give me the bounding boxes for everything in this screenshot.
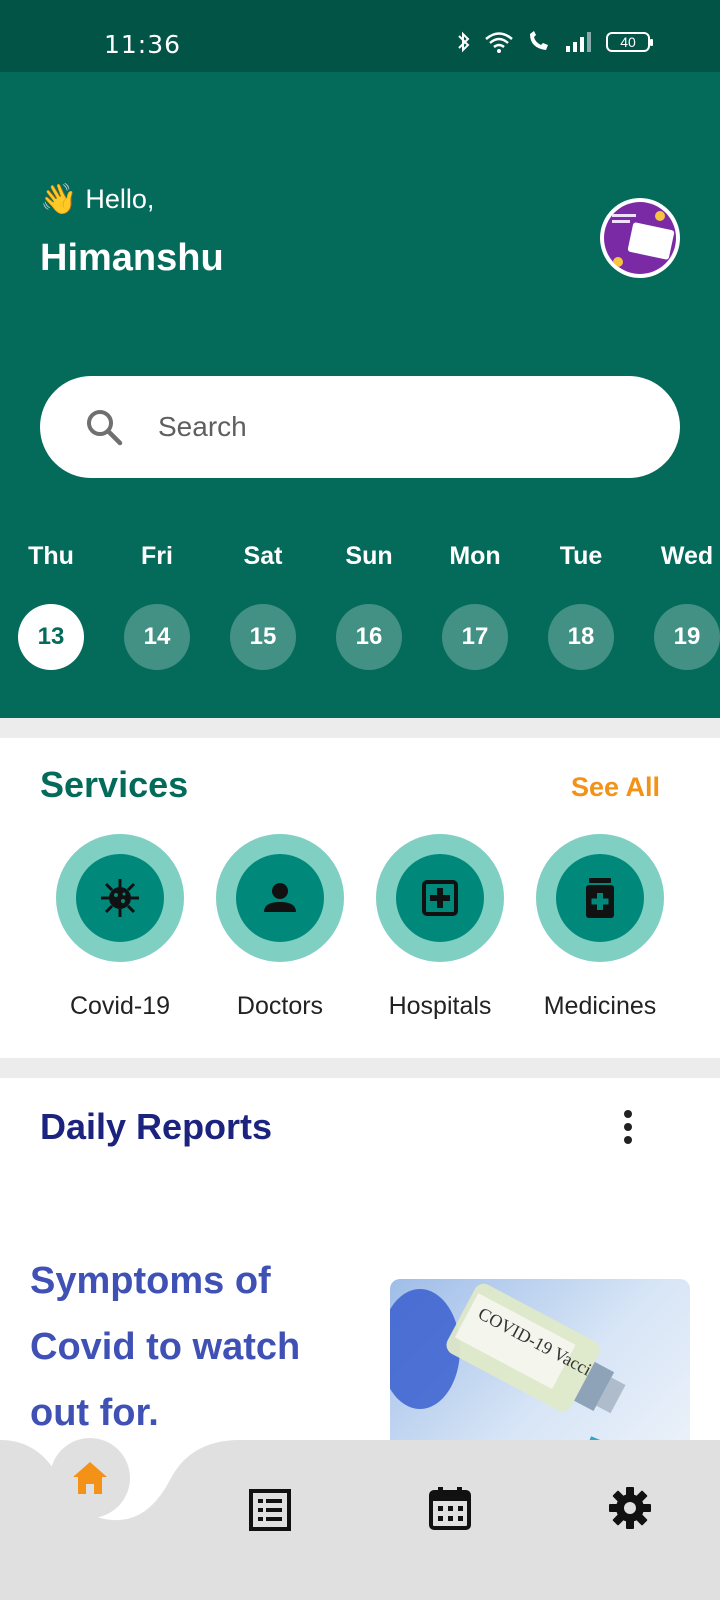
day-name: Tue [559, 542, 603, 570]
wifi-call-icon [530, 31, 548, 50]
day-number: 19 [654, 604, 720, 670]
wifi-icon [485, 32, 513, 53]
wave-emoji-icon: 👋 [40, 183, 78, 216]
day-name: Sun [345, 542, 393, 570]
day-sun[interactable]: Sun 16 [336, 542, 402, 670]
service-medicines[interactable]: Medicines [520, 834, 680, 1021]
day-name: Mon [449, 542, 501, 570]
service-label: Covid-19 [69, 992, 171, 1020]
day-wed[interactable]: Wed 19 [654, 542, 720, 670]
home-icon [73, 1462, 107, 1494]
day-name: Thu [28, 542, 74, 570]
service-label: Hospitals [388, 992, 492, 1020]
hospital-icon [422, 880, 458, 916]
day-selector: Thu 13 Fri 14 Sat 15 Sun 16 Mon 17 Tue 1… [0, 542, 720, 672]
day-number: 15 [230, 604, 296, 670]
day-number: 16 [336, 604, 402, 670]
daily-reports-title: Daily Reports [40, 1106, 273, 1147]
person-icon [264, 883, 296, 912]
greeting-text: Hello, [85, 184, 155, 214]
service-label: Doctors [236, 992, 324, 1020]
user-name: Himanshu [40, 237, 224, 279]
signal-icon [566, 32, 591, 52]
avatar-image [604, 202, 676, 274]
service-core [236, 854, 324, 942]
service-core [396, 854, 484, 942]
article-title[interactable]: Symptoms of Covid to watch out for. [30, 1248, 360, 1446]
services-title: Services [40, 764, 189, 805]
medicine-icon [586, 878, 614, 918]
day-tue[interactable]: Tue 18 [548, 542, 614, 670]
day-number: 13 [18, 604, 84, 670]
service-label: Medicines [543, 992, 657, 1020]
greeting: 👋 Hello, [40, 182, 154, 217]
day-number: 17 [442, 604, 508, 670]
service-ring [376, 834, 504, 962]
hero-header: 👋 Hello, Himanshu Thu 13 Fri 14 Sat [0, 72, 720, 718]
status-bar: 11:36 40 [0, 0, 720, 72]
day-fri[interactable]: Fri 14 [124, 542, 190, 670]
avatar[interactable] [600, 198, 680, 278]
day-name: Wed [660, 542, 714, 570]
status-icons: 40 [456, 30, 653, 54]
see-all-link[interactable]: See All [571, 772, 660, 803]
service-core [76, 854, 164, 942]
services-section: Services See All Covid-19 Doctors Hospit… [0, 738, 720, 1058]
day-name: Sat [243, 542, 283, 570]
service-hospitals[interactable]: Hospitals [360, 834, 520, 1021]
more-options-icon[interactable] [622, 1110, 634, 1148]
day-mon[interactable]: Mon 17 [442, 542, 508, 670]
day-sat[interactable]: Sat 15 [230, 542, 296, 670]
battery-indicator: 40 [606, 32, 653, 52]
day-thu[interactable]: Thu 13 [18, 542, 84, 670]
nav-home-button[interactable] [50, 1438, 130, 1518]
service-doctors[interactable]: Doctors [200, 834, 360, 1021]
bluetooth-icon [458, 31, 470, 53]
day-name: Fri [141, 542, 173, 570]
calendar-icon[interactable] [428, 1486, 472, 1530]
search-icon [87, 410, 123, 446]
status-time: 11:36 [104, 30, 182, 59]
service-covid[interactable]: Covid-19 [40, 834, 200, 1021]
search-input[interactable] [158, 411, 618, 443]
service-core [556, 854, 644, 942]
search-bar[interactable] [40, 376, 680, 478]
day-number: 18 [548, 604, 614, 670]
settings-icon[interactable] [608, 1486, 652, 1530]
list-icon[interactable] [248, 1488, 292, 1532]
service-ring [56, 834, 184, 962]
service-ring [536, 834, 664, 962]
service-ring [216, 834, 344, 962]
bottom-navigation [0, 1438, 720, 1600]
virus-icon [101, 879, 139, 917]
day-number: 14 [124, 604, 190, 670]
